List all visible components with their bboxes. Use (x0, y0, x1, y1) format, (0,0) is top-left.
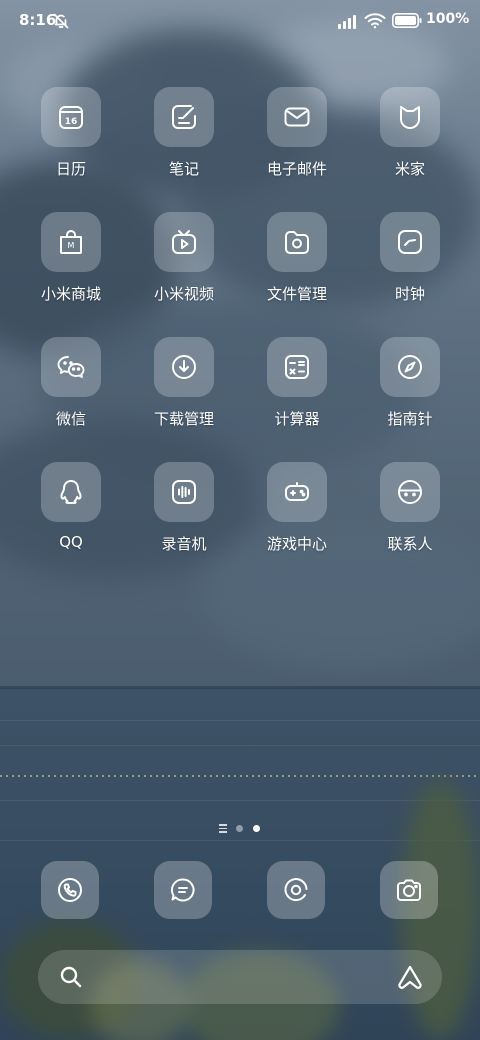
page-dot-2-active[interactable] (253, 825, 260, 832)
dock-messages-app[interactable] (154, 861, 212, 919)
app-mi-store[interactable]: M 小米商城 (21, 212, 121, 322)
clock-icon (380, 212, 440, 272)
contacts-icon (380, 462, 440, 522)
app-mijia[interactable]: 米家 (360, 87, 460, 197)
app-label: 日历 (55, 160, 86, 178)
app-label: 录音机 (161, 535, 207, 553)
app-label: 下载管理 (153, 410, 214, 428)
feed-page-indicator[interactable] (219, 824, 227, 833)
app-label: 电子邮件 (266, 160, 327, 178)
app-download-manager[interactable]: 下载管理 (134, 337, 234, 447)
compass-icon (380, 337, 440, 397)
app-file-manager[interactable]: 文件管理 (247, 212, 347, 322)
app-label: 联系人 (387, 535, 433, 553)
home-search-bar[interactable] (38, 950, 442, 1004)
calendar-date: 16 (65, 117, 78, 127)
browser-icon (284, 878, 308, 902)
app-qq[interactable]: QQ (21, 462, 121, 572)
wallpaper-wave (0, 800, 480, 801)
game-center-icon (267, 462, 327, 522)
download-icon (154, 337, 214, 397)
file-manager-icon (267, 212, 327, 272)
app-contacts[interactable]: 联系人 (360, 462, 460, 572)
wifi-icon (364, 13, 386, 29)
app-label: 指南针 (387, 410, 433, 428)
battery-icon (392, 13, 422, 28)
app-compass[interactable]: 指南针 (360, 337, 460, 447)
store-badge: M (68, 241, 75, 250)
calculator-icon (267, 337, 327, 397)
app-label: 小米视频 (153, 285, 214, 303)
app-wechat[interactable]: 微信 (21, 337, 121, 447)
assistant-icon[interactable] (396, 964, 424, 990)
page-dot-1[interactable] (236, 825, 243, 832)
dock-phone-app[interactable] (41, 861, 99, 919)
app-label: 微信 (55, 410, 86, 428)
app-mi-video[interactable]: 小米视频 (134, 212, 234, 322)
mail-icon (267, 87, 327, 147)
app-clock[interactable]: 时钟 (360, 212, 460, 322)
mijia-icon (380, 87, 440, 147)
wallpaper-buoy-line (0, 775, 480, 777)
wallpaper-wave (0, 720, 480, 721)
search-icon[interactable] (58, 964, 84, 990)
app-email[interactable]: 电子邮件 (247, 87, 347, 197)
signal-icon (338, 15, 356, 29)
app-label: 文件管理 (266, 285, 327, 303)
app-calendar[interactable]: 16 日历 (21, 87, 121, 197)
app-notes[interactable]: 笔记 (134, 87, 234, 197)
recorder-icon (154, 462, 214, 522)
app-label: 计算器 (274, 410, 320, 428)
app-label: 笔记 (168, 160, 199, 178)
phone-icon (58, 878, 82, 902)
battery-percentage: 100% (426, 11, 470, 27)
dock-browser-app[interactable] (267, 861, 325, 919)
video-icon (154, 212, 214, 272)
camera-icon (397, 879, 421, 901)
messages-icon (170, 878, 195, 902)
qq-icon (41, 462, 101, 522)
status-time: 8:16 (19, 11, 57, 29)
dock-camera-app[interactable] (380, 861, 438, 919)
wechat-icon (41, 337, 101, 397)
notes-icon (154, 87, 214, 147)
app-calculator[interactable]: 计算器 (247, 337, 347, 447)
mi-store-icon: M (41, 212, 101, 272)
app-label: 时钟 (394, 285, 425, 303)
page-indicator[interactable] (219, 823, 263, 835)
calendar-icon: 16 (41, 87, 101, 147)
app-label: 游戏中心 (266, 535, 327, 553)
wallpaper-horizon (0, 686, 480, 689)
wallpaper-wave (0, 745, 480, 746)
app-label: 米家 (394, 160, 425, 178)
app-label: QQ (59, 533, 83, 551)
app-label: 小米商城 (40, 285, 101, 303)
app-recorder[interactable]: 录音机 (134, 462, 234, 572)
bell-off-icon (53, 13, 69, 29)
app-game-center[interactable]: 游戏中心 (247, 462, 347, 572)
status-bar: 8:16 100% (0, 0, 480, 40)
